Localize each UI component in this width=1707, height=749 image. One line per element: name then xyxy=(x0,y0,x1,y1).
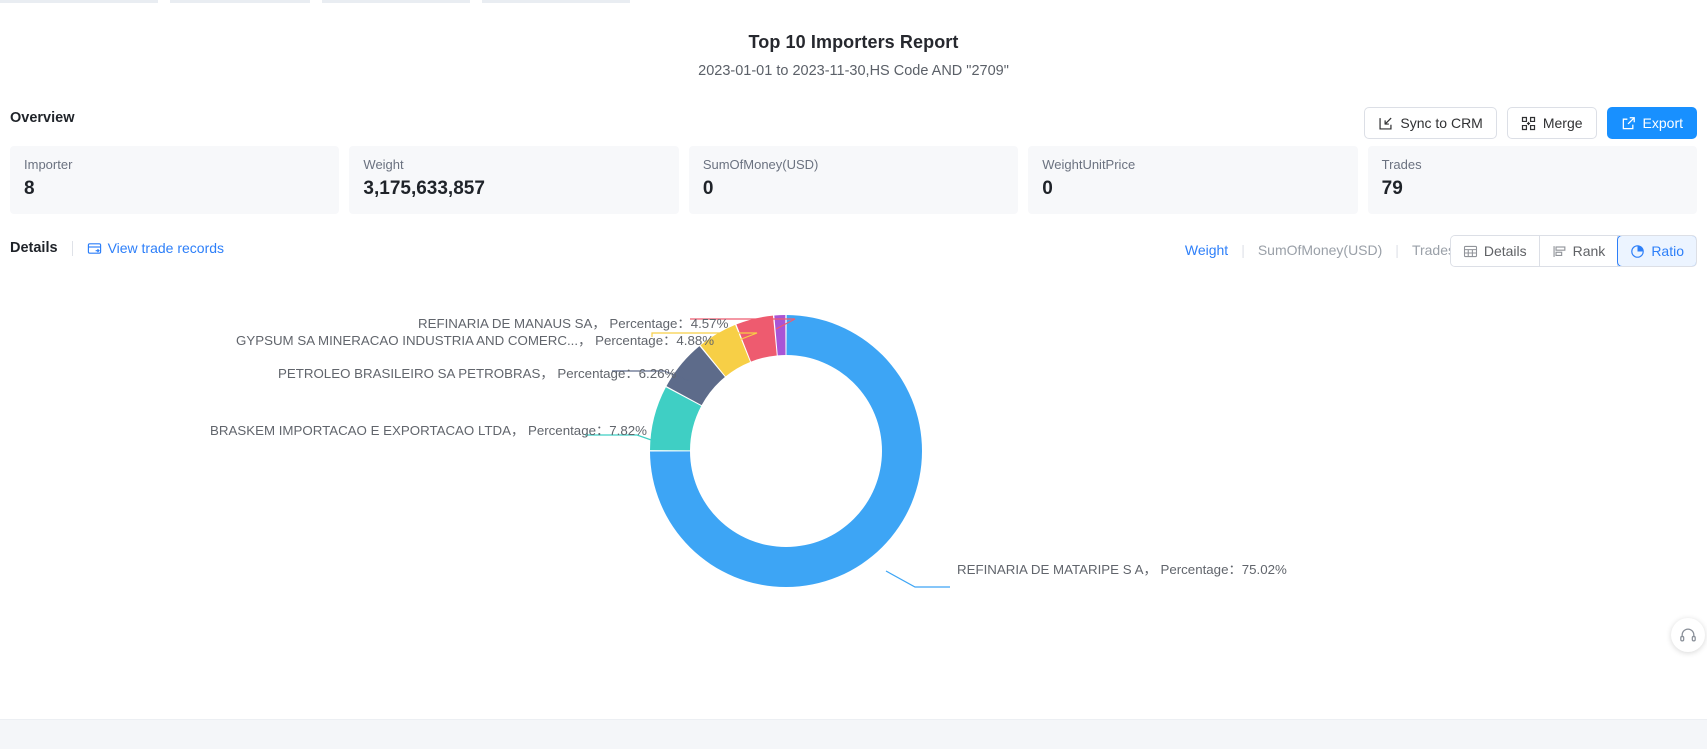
page-subtitle: 2023-01-01 to 2023-11-30,HS Code AND "27… xyxy=(698,63,1009,79)
stat-value: 0 xyxy=(1042,178,1053,199)
overview-actions: Sync to CRM Merge Export xyxy=(1364,107,1697,139)
trade-records-icon xyxy=(87,241,102,256)
slice-label-percent: 4.57% xyxy=(690,316,729,331)
slice-label-percent: 6.26% xyxy=(638,366,677,381)
ratio-icon xyxy=(1630,244,1645,259)
metric-tab-weight[interactable]: Weight xyxy=(1185,242,1228,258)
report-page: Top 10 Importers Report 2023-01-01 to 20… xyxy=(0,0,1707,749)
stat-value: 79 xyxy=(1381,178,1403,199)
details-left-group: Details View trade records xyxy=(10,240,224,256)
slice-label-petroleo-brasileiro: PETROLEO BRASILEIRO SA PETROBRAS， Percen… xyxy=(278,363,676,382)
view-mode-ratio[interactable]: Ratio xyxy=(1617,236,1696,266)
percentage-word: Percentage： xyxy=(527,423,610,438)
slice-label-refinaria-de-mataripe: REFINARIA DE MATARIPE S A， Percentage：75… xyxy=(957,559,1287,578)
comma: ， xyxy=(578,333,592,348)
slice-label-name: BRASKEM IMPORTACAO E EXPORTACAO LTDA xyxy=(210,423,511,438)
stat-value: 3,175,633,857 xyxy=(363,178,485,199)
page-title: Top 10 Importers Report xyxy=(748,32,959,52)
comma: ， xyxy=(510,423,525,438)
stat-value: 8 xyxy=(24,178,35,199)
stat-value: 0 xyxy=(702,178,714,199)
slice-label-percent: 75.02% xyxy=(1241,562,1287,577)
stat-card-weightunitprice: WeightUnitPrice 0 xyxy=(1028,146,1358,214)
comma: ， xyxy=(540,366,554,381)
sync-to-crm-icon xyxy=(1378,116,1393,131)
sync-to-crm-button[interactable]: Sync to CRM xyxy=(1364,107,1497,139)
slice-label-percent: 4.88% xyxy=(676,333,715,348)
slice-label-percent: 7.82% xyxy=(609,423,647,438)
stat-label: SumOfMoney(USD) xyxy=(702,157,819,172)
top-tab-strip xyxy=(0,0,1707,4)
stat-label: Importer xyxy=(24,157,73,172)
comma: ， xyxy=(592,316,606,331)
stat-label: WeightUnitPrice xyxy=(1042,157,1136,172)
overview-label: Overview xyxy=(10,110,75,126)
ratio-chart-area: REFINARIA DE MANAUS SA， Percentage：4.57%… xyxy=(0,285,1707,675)
percentage-word: Percentage： xyxy=(609,316,691,331)
stat-label: Trades xyxy=(1381,157,1422,172)
sync-to-crm-label: Sync to CRM xyxy=(1400,115,1483,131)
percentage-word: Percentage： xyxy=(557,366,639,381)
leader-line xyxy=(885,570,950,588)
comma: ， xyxy=(1143,562,1157,577)
view-mode-rank[interactable]: Rank xyxy=(1539,236,1619,266)
export-label: Export xyxy=(1642,115,1683,131)
view-mode-details[interactable]: Details xyxy=(1450,236,1540,266)
slice-label-gypsum-sa-mineracao: GYPSUM SA MINERACAO INDUSTRIA AND COMERC… xyxy=(236,330,714,349)
view-mode-group: Details Rank Ratio xyxy=(1449,235,1697,267)
rank-icon xyxy=(1552,244,1567,259)
percentage-word: Percentage： xyxy=(595,333,677,348)
slice-label-name: REFINARIA DE MATARIPE S A xyxy=(957,562,1144,577)
stat-card-importer: Importer 8 xyxy=(10,146,340,214)
divider xyxy=(71,240,73,256)
view-mode-ratio-label: Ratio xyxy=(1651,243,1684,259)
headset-support-icon xyxy=(1679,626,1697,644)
details-title: Details xyxy=(10,240,58,256)
metric-tab-trades[interactable]: Trades xyxy=(1412,242,1455,258)
stat-label: Weight xyxy=(363,157,404,172)
divider: | xyxy=(1395,242,1399,258)
table-icon xyxy=(1463,244,1478,259)
metric-tabs: Weight | SumOfMoney(USD) | Trades xyxy=(1185,242,1455,258)
overview-cards: Importer 8 Weight 3,175,633,857 SumOfMon… xyxy=(10,146,1698,214)
view-mode-rank-label: Rank xyxy=(1572,243,1606,259)
stat-card-weight: Weight 3,175,633,857 xyxy=(349,146,679,214)
merge-icon xyxy=(1521,116,1536,131)
percentage-word: Percentage： xyxy=(1160,562,1242,577)
stat-card-trades: Trades 79 xyxy=(1367,146,1698,214)
slice-label-name: GYPSUM SA MINERACAO INDUSTRIA AND COMERC… xyxy=(236,333,579,348)
stat-card-sumofmoney: SumOfMoney(USD) 0 xyxy=(688,146,1019,214)
metric-tab-sumofmoney[interactable]: SumOfMoney(USD) xyxy=(1258,242,1382,258)
footer-band xyxy=(0,720,1707,749)
slice-label-braskem: BRASKEM IMPORTACAO E EXPORTACAO LTDA， Pe… xyxy=(210,420,647,439)
export-button[interactable]: Export xyxy=(1606,107,1697,139)
view-trade-records-label: View trade records xyxy=(107,240,225,256)
export-icon xyxy=(1621,116,1636,131)
merge-button[interactable]: Merge xyxy=(1506,107,1597,139)
slice-label-name: PETROLEO BRASILEIRO SA PETROBRAS xyxy=(278,366,541,381)
divider: | xyxy=(1241,242,1245,258)
slice-label-name: REFINARIA DE MANAUS SA xyxy=(418,316,593,331)
merge-label: Merge xyxy=(1542,115,1583,131)
support-widget-button[interactable] xyxy=(1671,618,1705,652)
details-toolbar: Details View trade records Weight | SumO… xyxy=(0,235,1707,275)
view-mode-details-label: Details xyxy=(1483,243,1527,259)
view-trade-records-link[interactable]: View trade records xyxy=(87,240,224,256)
